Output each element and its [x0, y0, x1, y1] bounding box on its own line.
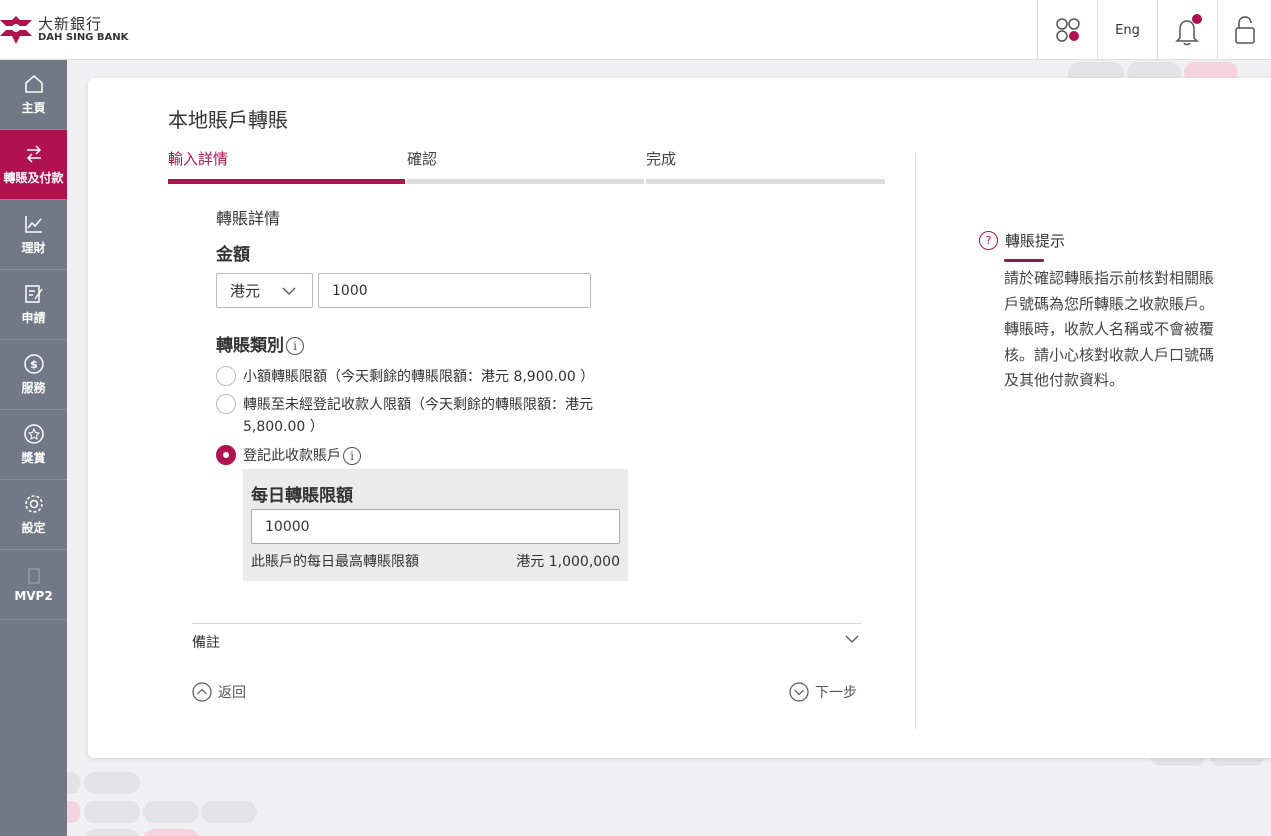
- sidebar-item-label: 主頁: [21, 101, 46, 115]
- step-label: 輸入詳情: [168, 150, 229, 168]
- page-title: 本地賬戶轉賬: [168, 108, 288, 132]
- chevron-up-circle-icon: [192, 682, 212, 702]
- step-complete: 完成: [646, 148, 885, 184]
- notifications-button[interactable]: [1157, 0, 1217, 60]
- logo-mark-icon: [0, 16, 32, 44]
- tips-body: 請於確認轉賬指示前核對相關賬戶號碼為您所轉賬之收款賬戶。轉賬時，收款人名稱或不會…: [1004, 269, 1215, 389]
- lock-icon: [1234, 16, 1255, 44]
- logo-text-cn: 大新銀行: [38, 15, 103, 33]
- vertical-divider: [915, 153, 916, 729]
- transfer-type-text: 轉賬類別: [216, 336, 284, 356]
- question-icon: ?: [979, 231, 998, 250]
- sidebar-item-home[interactable]: 主頁: [0, 60, 67, 130]
- sidebar-item-label: 申請: [21, 311, 46, 325]
- sidebar-item-settings[interactable]: 設定: [0, 480, 67, 550]
- document-icon: [27, 567, 40, 584]
- gear-icon: [24, 495, 43, 513]
- chevron-down-circle-icon: [789, 682, 809, 702]
- step-bar: [646, 179, 885, 184]
- sidebar-item-services[interactable]: $ 服務: [0, 340, 67, 410]
- transfer-type-label: 轉賬類別 i: [216, 331, 304, 356]
- application-icon: [24, 285, 43, 303]
- daily-limit-max: 港元 1,000,000: [516, 554, 620, 570]
- transfer-icon: [26, 145, 41, 163]
- currency-select[interactable]: 港元: [216, 273, 313, 308]
- sidebar-nav: 主頁 轉賬及付款 理財 申請 $ 服務 獎賞 設定 MVP2: [0, 60, 67, 836]
- sidebar-item-label: 轉賬及付款: [3, 171, 64, 185]
- step-bar: [407, 179, 644, 184]
- radio-button-checked[interactable]: [216, 445, 236, 465]
- progress-steps: 輸入詳情 確認 完成: [168, 148, 886, 184]
- reward-icon: [23, 424, 44, 444]
- sidebar-item-apply[interactable]: 申請: [0, 270, 67, 340]
- sidebar-item-transfer[interactable]: 轉賬及付款: [0, 130, 67, 200]
- currency-value: 港元: [230, 282, 261, 300]
- chevron-down-icon: [282, 287, 296, 295]
- daily-limit-panel: 每日轉賬限額 此賬戶的每日最高轉賬限額 港元 1,000,000: [243, 469, 628, 581]
- section-title: 轉賬詳情: [216, 209, 281, 228]
- apps-icon: [1055, 18, 1080, 42]
- next-label: 下一步: [815, 685, 857, 701]
- chart-icon: [24, 216, 42, 233]
- sidebar-item-wealth[interactable]: 理財: [0, 200, 67, 270]
- daily-limit-note: 此賬戶的每日最高轉賬限額: [251, 554, 419, 570]
- sidebar-item-label: 服務: [21, 381, 46, 395]
- remarks-label: 備註: [192, 635, 220, 651]
- sidebar-item-label: 獎賞: [21, 451, 46, 465]
- sidebar-item-rewards[interactable]: 獎賞: [0, 410, 67, 480]
- info-icon[interactable]: i: [343, 447, 361, 465]
- option-register-payee[interactable]: 登記此收款賬戶 i: [216, 445, 361, 467]
- home-icon: [24, 75, 43, 93]
- step-confirm: 確認: [407, 148, 644, 184]
- step-label: 確認: [407, 150, 438, 168]
- option-text: 登記此收款賬戶: [243, 448, 341, 464]
- step-label: 完成: [646, 150, 677, 168]
- option-text: 轉賬至未經登記收款人限額（今天剩餘的轉賬限額：港元 5,800.00 ）: [243, 397, 593, 435]
- option-small-value-limit[interactable]: 小額轉賬限額（今天剩餘的轉賬限額：港元 8,900.00 ）: [216, 366, 643, 388]
- step-input-details: 輸入詳情: [168, 148, 405, 184]
- tips-underline: [1004, 259, 1044, 262]
- sidebar-item-mvp2[interactable]: MVP2: [0, 550, 67, 620]
- info-icon[interactable]: i: [286, 337, 304, 355]
- daily-limit-title: 每日轉賬限額: [251, 486, 353, 506]
- daily-limit-input[interactable]: [251, 509, 620, 544]
- next-button[interactable]: 下一步: [789, 682, 857, 702]
- chevron-down-icon: [845, 635, 859, 643]
- sidebar-item-label: MVP2: [14, 588, 53, 603]
- step-bar: [168, 179, 405, 184]
- bell-icon: [1174, 14, 1202, 46]
- logout-button[interactable]: [1217, 0, 1271, 60]
- back-button[interactable]: 返回: [192, 682, 246, 702]
- back-label: 返回: [218, 685, 246, 701]
- remarks-accordion[interactable]: 備註: [192, 623, 861, 655]
- tips-title: 轉賬提示: [1005, 232, 1066, 250]
- svg-text:$: $: [30, 358, 38, 371]
- apps-button[interactable]: [1037, 0, 1097, 60]
- sidebar-item-label: 設定: [21, 521, 46, 535]
- amount-input[interactable]: [318, 273, 591, 308]
- dollar-icon: $: [23, 354, 44, 374]
- bank-logo[interactable]: 大新銀行 DAH SING BANK: [0, 14, 128, 46]
- option-text: 小額轉賬限額（今天剩餘的轉賬限額：港元 8,900.00 ）: [243, 369, 595, 385]
- option-unregistered-limit[interactable]: 轉賬至未經登記收款人限額（今天剩餘的轉賬限額：港元 5,800.00 ）: [216, 394, 633, 438]
- language-toggle[interactable]: Eng: [1097, 0, 1157, 60]
- top-header: 大新銀行 DAH SING BANK Eng: [0, 0, 1271, 60]
- sidebar-item-label: 理財: [21, 241, 46, 255]
- radio-button[interactable]: [216, 366, 236, 386]
- tips-header: ? 轉賬提示: [979, 230, 1065, 251]
- amount-label: 金額: [216, 245, 250, 265]
- logo-text-en: DAH SING BANK: [38, 32, 129, 43]
- radio-button[interactable]: [216, 394, 236, 414]
